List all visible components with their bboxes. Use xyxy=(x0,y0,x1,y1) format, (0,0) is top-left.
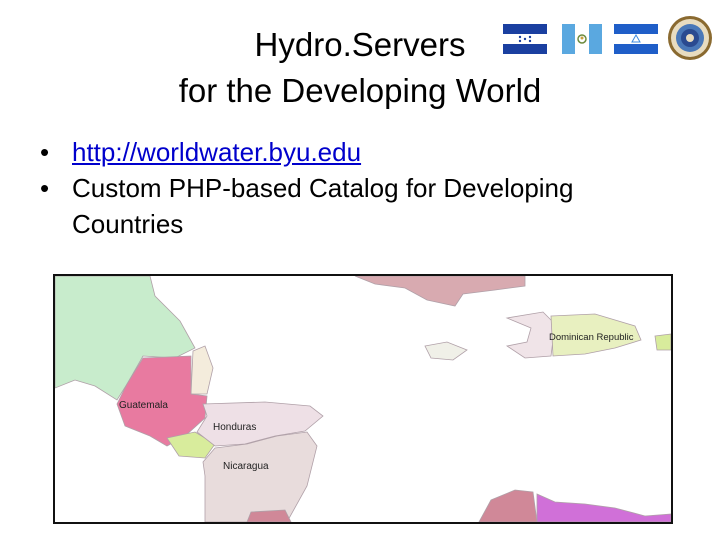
nicaragua-flag-icon xyxy=(614,24,658,54)
bullet-marker: • xyxy=(40,137,50,167)
worldwater-link[interactable]: http://worldwater.byu.edu xyxy=(72,137,361,167)
region-south-border xyxy=(246,509,292,522)
honduras-flag-icon xyxy=(503,24,547,54)
guatemala-flag-icon xyxy=(562,24,602,54)
label-guatemala: Guatemala xyxy=(119,400,168,411)
label-nicaragua: Nicaragua xyxy=(223,461,269,472)
oas-seal-icon xyxy=(668,16,712,60)
catalog-description: Custom PHP-based Catalog for Developing … xyxy=(72,173,574,239)
bullet-list: • http://worldwater.byu.edu • Custom PHP… xyxy=(40,134,680,242)
map-canvas: Guatemala Honduras Nicaragua Dominican R… xyxy=(55,276,671,522)
central-america-map: Guatemala Honduras Nicaragua Dominican R… xyxy=(53,274,673,524)
label-honduras: Honduras xyxy=(213,422,256,433)
bullet-marker: • xyxy=(40,173,50,203)
label-dominican-republic: Dominican Republic xyxy=(549,332,634,343)
region-puerto-rico xyxy=(654,333,671,351)
bullet-item-link: • http://worldwater.byu.edu xyxy=(40,134,680,170)
bullet-item-catalog: • Custom PHP-based Catalog for Developin… xyxy=(40,170,680,242)
title-line-2: for the Developing World xyxy=(178,72,542,109)
